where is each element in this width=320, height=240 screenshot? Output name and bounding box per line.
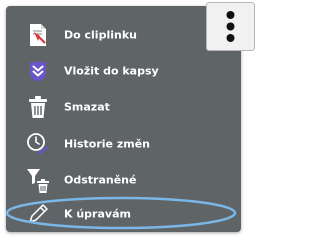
menu-item-historie-zmen[interactable]: Historie změn <box>6 127 226 161</box>
menu-item-label: Historie změn <box>64 137 150 151</box>
menu-item-label: Odstraněné <box>64 173 137 187</box>
menu-item-smazat[interactable]: Smazat <box>6 90 226 124</box>
filter-trash-icon <box>24 166 52 194</box>
kebab-menu-icon <box>226 11 235 42</box>
history-icon <box>24 130 52 158</box>
menu-item-k-upravam[interactable]: K úpravám <box>6 197 226 231</box>
menu-item-label: Do cliplinku <box>64 28 137 42</box>
pencil-icon <box>24 200 52 228</box>
more-options-button[interactable] <box>206 2 255 51</box>
clipboard-add-icon <box>24 21 52 49</box>
pocket-icon <box>24 57 52 85</box>
menu-item-odstranene[interactable]: Odstraněné <box>6 163 226 197</box>
menu-item-label: Vložit do kapsy <box>64 64 159 78</box>
menu-item-vlozit-do-kapsy[interactable]: Vložit do kapsy <box>6 54 226 88</box>
menu-item-label: K úpravám <box>64 207 131 221</box>
trash-icon <box>24 93 52 121</box>
menu-item-do-cliplinku[interactable]: Do cliplinku <box>6 18 226 52</box>
menu-item-label: Smazat <box>64 100 110 114</box>
